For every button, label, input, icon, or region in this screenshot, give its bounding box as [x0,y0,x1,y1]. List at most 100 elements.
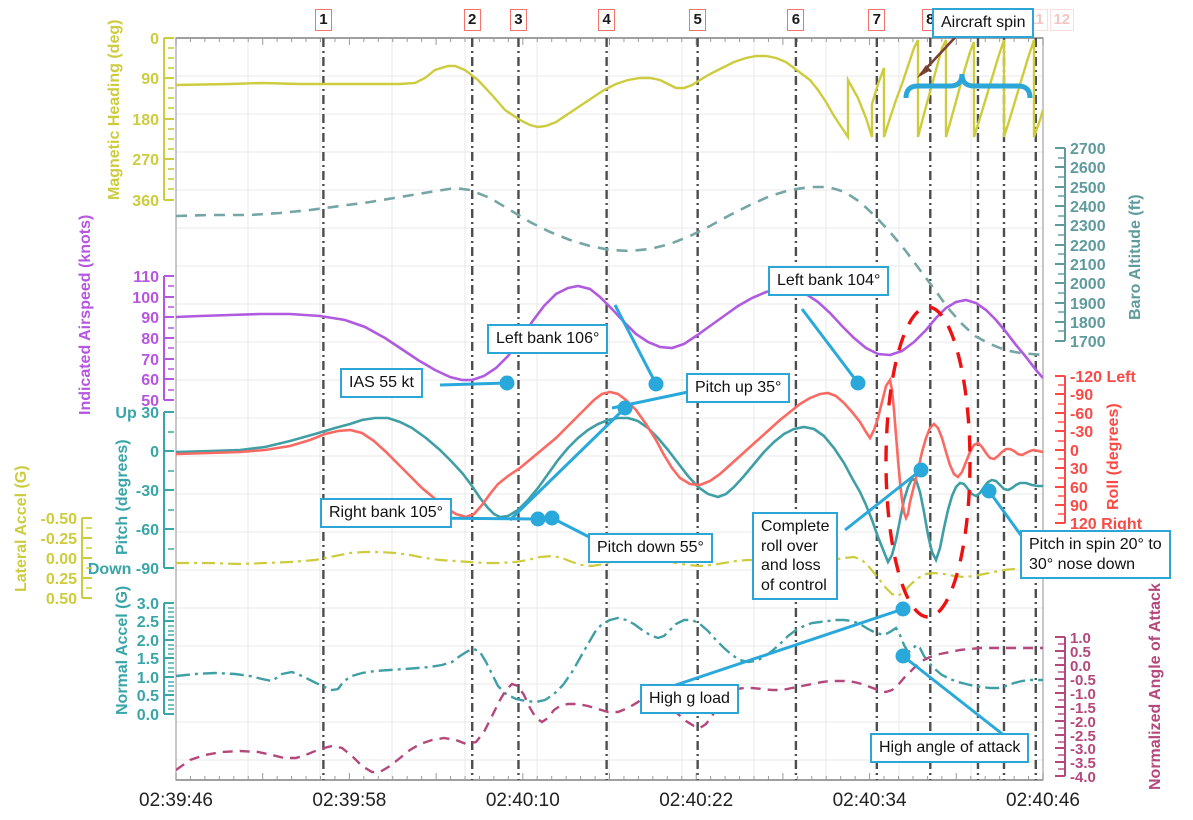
x-tick-label-5: 02:40:46 [1006,790,1080,811]
pitch-tick-0: 0 [150,444,159,461]
alt-tick-2400: 2400 [1070,199,1106,216]
axis-normal-accel: 3.0 2.5 2.0 1.5 1.0 0.5 0.0 Normal Accel… [114,586,174,724]
axis-magnetic-heading: 0 90 180 270 360 Magnetic Heading (deg) [106,20,174,210]
alt-tick-2200: 2200 [1070,238,1106,255]
alt-tick-2700: 2700 [1070,141,1106,158]
axis-lateral-accel: -0.50 -0.25 0.00 0.25 0.50 Lateral Accel… [13,465,92,608]
dot-left-bank-104 [850,375,866,391]
dot-pitch-in-spin [981,483,997,499]
axis-title-normal-accel: Normal Accel (G) [114,586,131,715]
ias-tick-80: 80 [141,331,159,348]
flight-data-chart: 0 90 180 270 360 Magnetic Heading (deg) … [0,0,1193,820]
axis-indicated-airspeed: 110 100 90 80 70 60 50 Indicated Airspee… [77,215,174,415]
axis-title-roll: Roll (degrees) [1105,403,1122,510]
axis-pitch: Up 30 0 -30 -60 Down -90 Pitch (degrees) [88,405,174,578]
event-marker-badge-5[interactable]: 5 [689,9,707,31]
ias-tick-60: 60 [141,372,159,389]
event-marker-badge-7[interactable]: 7 [868,9,886,31]
lateral-tick-050: 0.50 [46,591,77,608]
dot-pitch-down-55 [544,510,560,526]
ias-tick-90: 90 [141,310,159,327]
axis-baro-altitude: 2700 2600 2500 2400 2300 2200 2100 2000 … [1055,141,1144,351]
x-tick-label-3: 02:40:22 [659,790,734,811]
dot-left-bank-106 [648,376,664,392]
dot-high-g-load [895,601,911,617]
annotation-high-g-load[interactable]: High g load [640,684,739,714]
ias-tick-100: 100 [132,290,159,307]
pitch-tick-neg30: -30 [136,483,159,500]
event-marker-badge-12[interactable]: 12 [1049,9,1074,31]
axis-title-magnetic-heading: Magnetic Heading (deg) [106,20,123,200]
dot-complete-rollover [913,462,929,478]
axis-title-indicated-airspeed: Indicated Airspeed (knots) [77,215,94,415]
axis-title-lateral-accel: Lateral Accel (G) [13,465,30,592]
roll-tick-neg90: -90 [1070,387,1093,404]
normal-tick-15: 1.5 [137,651,159,668]
dot-right-bank-105 [530,511,546,527]
event-marker-badge-6[interactable]: 6 [787,9,805,31]
axis-title-baro-altitude: Baro Altitude (ft) [1127,194,1144,320]
x-tick-label-4: 02:40:34 [832,790,907,811]
annotation-complete-rollover[interactable]: Complete roll over and loss of control [752,512,839,601]
heading-tick-360: 360 [132,193,159,210]
normal-tick-25: 2.5 [137,614,159,631]
roll-tick-120left: -120 Left [1070,369,1136,386]
event-marker-badge-2[interactable]: 2 [463,9,481,31]
alt-tick-2600: 2600 [1070,160,1106,177]
alt-tick-1700: 1700 [1070,334,1106,351]
roll-tick-30: 30 [1070,461,1088,478]
heading-tick-180: 180 [132,112,159,129]
normal-tick-20: 2.0 [137,633,159,650]
axis-title-normalized-aoa: Normalized Angle of Attack [1147,583,1164,790]
alt-tick-2300: 2300 [1070,218,1106,235]
pitch-tick-up30: Up 30 [115,405,159,422]
ias-tick-110: 110 [133,269,159,286]
alt-tick-2100: 2100 [1070,257,1106,274]
annotation-left-bank-104[interactable]: Left bank 104° [768,266,890,296]
annotation-ias-55kt[interactable]: IAS 55 kt [340,368,423,398]
axis-title-pitch: Pitch (degrees) [114,439,131,555]
alt-tick-1800: 1800 [1070,315,1106,332]
event-marker-badge-4[interactable]: 4 [598,9,616,31]
lateral-tick-neg025: -0.25 [41,531,78,548]
heading-tick-90: 90 [141,71,159,88]
dot-ias-55 [499,375,515,391]
aoa-tick-neg40: -4.0 [1070,769,1096,786]
normal-tick-10: 1.0 [137,670,159,687]
lateral-tick-000: 0.00 [46,551,77,568]
roll-tick-neg60: -60 [1070,406,1093,423]
pitch-tick-neg60: -60 [136,522,159,539]
annotation-right-bank-105[interactable]: Right bank 105° [320,498,453,528]
roll-tick-neg30: -30 [1070,424,1093,441]
pitch-tick-down90: Down -90 [88,561,159,578]
axis-normalized-aoa: 1.0 0.5 0.0 -0.5 -1.0 -1.5 -2.0 -2.5 -3.… [1055,583,1164,790]
normal-tick-00: 0.0 [137,707,159,724]
heading-tick-270: 270 [132,152,159,169]
annotation-pitch-in-spin[interactable]: Pitch in spin 20° to 30° nose down [1020,530,1171,580]
alt-tick-1900: 1900 [1070,296,1106,313]
chart-canvas: 0 90 180 270 360 Magnetic Heading (deg) … [13,20,1164,790]
event-marker-badge-1[interactable]: 1 [314,9,332,31]
alt-tick-2500: 2500 [1070,180,1106,197]
roll-tick-0: 0 [1070,443,1079,460]
alt-tick-2000: 2000 [1070,276,1106,293]
normal-tick-30: 3.0 [137,596,159,613]
heading-tick-0: 0 [150,31,159,48]
event-marker-badge-3[interactable]: 3 [509,9,527,31]
x-tick-label-1: 02:39:58 [312,790,387,811]
annotation-left-bank-106[interactable]: Left bank 106° [487,324,609,354]
x-tick-label-2: 02:40:10 [485,790,560,811]
axis-roll: -120 Left -90 -60 -30 0 30 60 90 120 Rig… [1055,369,1143,533]
annotation-high-angle-of-attack[interactable]: High angle of attack [870,733,1030,763]
dot-high-aoa [895,648,911,664]
x-tick-label-0: 02:39:46 [139,790,213,811]
roll-tick-60: 60 [1070,480,1088,497]
lateral-tick-neg050: -0.50 [41,511,78,528]
dot-pitch-up-35 [617,400,633,416]
annotation-pitch-down-55[interactable]: Pitch down 55° [588,533,713,563]
annotation-pitch-up-35[interactable]: Pitch up 35° [686,373,791,403]
ias-tick-70: 70 [141,352,159,369]
lateral-tick-025: 0.25 [46,571,77,588]
annotation-aircraft-spin[interactable]: Aircraft spin [932,8,1035,38]
roll-tick-90: 90 [1070,498,1088,515]
